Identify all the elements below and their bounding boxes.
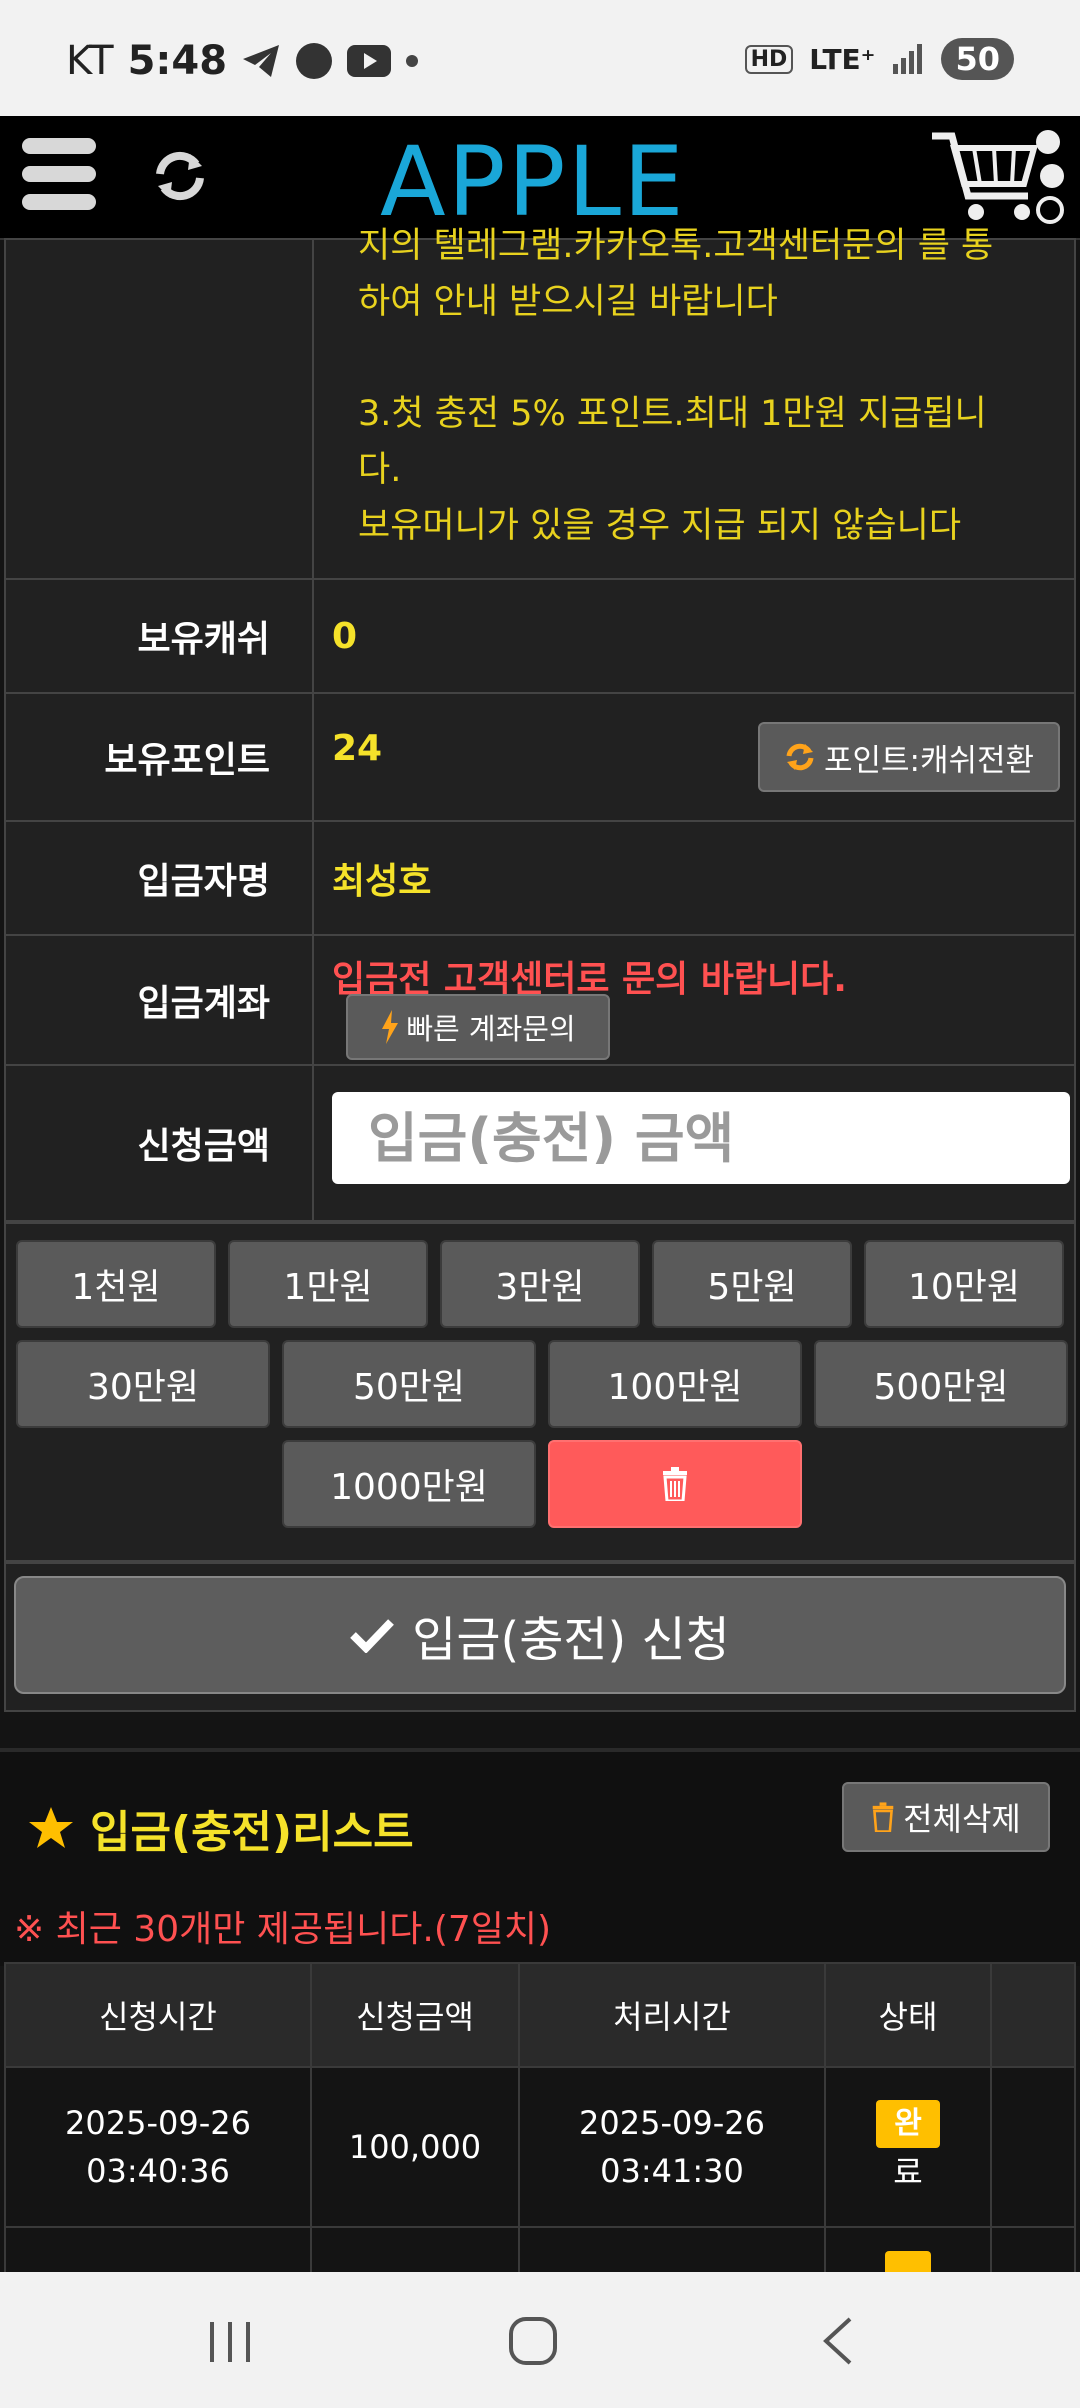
list-title: 입금(충전)리스트 xyxy=(28,1796,414,1860)
amount-button-1m[interactable]: 100만원 xyxy=(548,1340,802,1428)
account-row: 입금계좌 입금전 고객센터로 문의 바랍니다. 빠른 계좌문의 xyxy=(4,934,1076,1066)
depositor-value: 최성호 xyxy=(332,861,432,902)
col-process-time: 처리시간 xyxy=(518,1962,826,2068)
network-label: LTE⁺ xyxy=(809,42,876,76)
depositor-row: 입금자명 최성호 xyxy=(4,820,1076,936)
amount-button-500k[interactable]: 50만원 xyxy=(282,1340,536,1428)
cash-value: 0 xyxy=(332,615,358,657)
amount-button-5m[interactable]: 500만원 xyxy=(814,1340,1068,1428)
cash-row: 보유캐쉬 0 xyxy=(4,578,1076,694)
account-label: 입금계좌 xyxy=(6,936,314,1064)
clock: 5:48 xyxy=(127,38,228,84)
star-icon xyxy=(29,1807,73,1848)
check-icon xyxy=(350,1619,395,1653)
bolt-icon xyxy=(382,1010,399,1044)
point-convert-button[interactable]: 포인트:캐쉬전환 xyxy=(758,722,1060,792)
dot-icon xyxy=(406,55,419,67)
depositor-label: 입금자명 xyxy=(6,822,314,934)
amount-row: 신청금액 xyxy=(4,1064,1076,1222)
point-label: 보유포인트 xyxy=(6,694,314,820)
point-row: 보유포인트 24 포인트:캐쉬전환 xyxy=(4,692,1076,822)
refresh-icon xyxy=(786,743,814,771)
amount-button-300k[interactable]: 30만원 xyxy=(16,1340,270,1428)
telegram-icon xyxy=(243,45,280,77)
table-header-row: 신청시간 신청금액 처리시간 상태 xyxy=(4,1962,1076,2068)
trash-icon xyxy=(663,1467,687,1501)
amount-button-30k[interactable]: 3만원 xyxy=(440,1240,640,1328)
col-request-time: 신청시간 xyxy=(4,1962,312,2068)
signal-icon xyxy=(893,44,923,74)
back-icon[interactable] xyxy=(818,2316,858,2366)
refresh-icon[interactable] xyxy=(150,146,210,206)
submit-panel: 입금(충전) 신청 xyxy=(4,1562,1076,1712)
amount-button-50k[interactable]: 5만원 xyxy=(652,1240,852,1328)
carrier-label: KT xyxy=(66,38,114,84)
delete-all-button[interactable]: 전체삭제 xyxy=(842,1782,1050,1852)
home-icon[interactable] xyxy=(508,2316,558,2366)
system-nav-bar xyxy=(0,2272,1080,2408)
notice-text: 지의 텔레그램.카카오톡.고객센터문의 를 통 하여 안내 받으시길 바랍니다 … xyxy=(358,226,994,546)
status-badge: 완 xyxy=(876,2100,940,2148)
point-value: 24 xyxy=(332,728,383,769)
amount-button-10m[interactable]: 1000만원 xyxy=(282,1440,536,1528)
col-request-amount: 신청금액 xyxy=(310,1962,520,2068)
status-bar: KT 5:48 HD LTE⁺ 50 xyxy=(0,0,1080,116)
amount-button-1k[interactable]: 1천원 xyxy=(16,1240,216,1328)
account-inquiry-button[interactable]: 빠른 계좌문의 xyxy=(346,994,610,1060)
notice-row: 지의 텔레그램.카카오톡.고객센터문의 를 통 하여 안내 받으시길 바랍니다 … xyxy=(4,226,1076,580)
table-row: 2025-09-26 03:40:36 100,000 2025-09-26 03:… xyxy=(4,2066,1076,2228)
cash-label: 보유캐쉬 xyxy=(6,580,314,692)
battery-indicator: 50 xyxy=(941,38,1014,80)
deposit-list-header: 입금(충전)리스트 전체삭제 ※ 최근 30개만 제공됩니다.(7일치) xyxy=(0,1748,1080,1966)
deposit-submit-button[interactable]: 입금(충전) 신청 xyxy=(14,1576,1066,1694)
col-status: 상태 xyxy=(824,1962,992,2068)
trash-icon xyxy=(872,1802,894,1832)
list-note: ※ 최근 30개만 제공됩니다.(7일치) xyxy=(14,1909,552,1950)
amount-button-100k[interactable]: 10만원 xyxy=(864,1240,1064,1328)
youtube-icon xyxy=(347,45,392,77)
amount-button-10k[interactable]: 1만원 xyxy=(228,1240,428,1328)
recent-apps-icon[interactable] xyxy=(206,2320,254,2364)
col-extra xyxy=(990,1962,1076,2068)
app-badge-icon xyxy=(296,43,333,79)
clear-amount-button[interactable] xyxy=(548,1440,802,1528)
quick-amount-panel: 1천원 1만원 3만원 5만원 10만원 30만원 50만원 100만원 500… xyxy=(4,1222,1076,1562)
menu-icon[interactable] xyxy=(22,138,96,216)
amount-input[interactable] xyxy=(332,1092,1070,1184)
amount-label: 신청금액 xyxy=(6,1066,314,1220)
hd-icon: HD xyxy=(744,44,794,74)
